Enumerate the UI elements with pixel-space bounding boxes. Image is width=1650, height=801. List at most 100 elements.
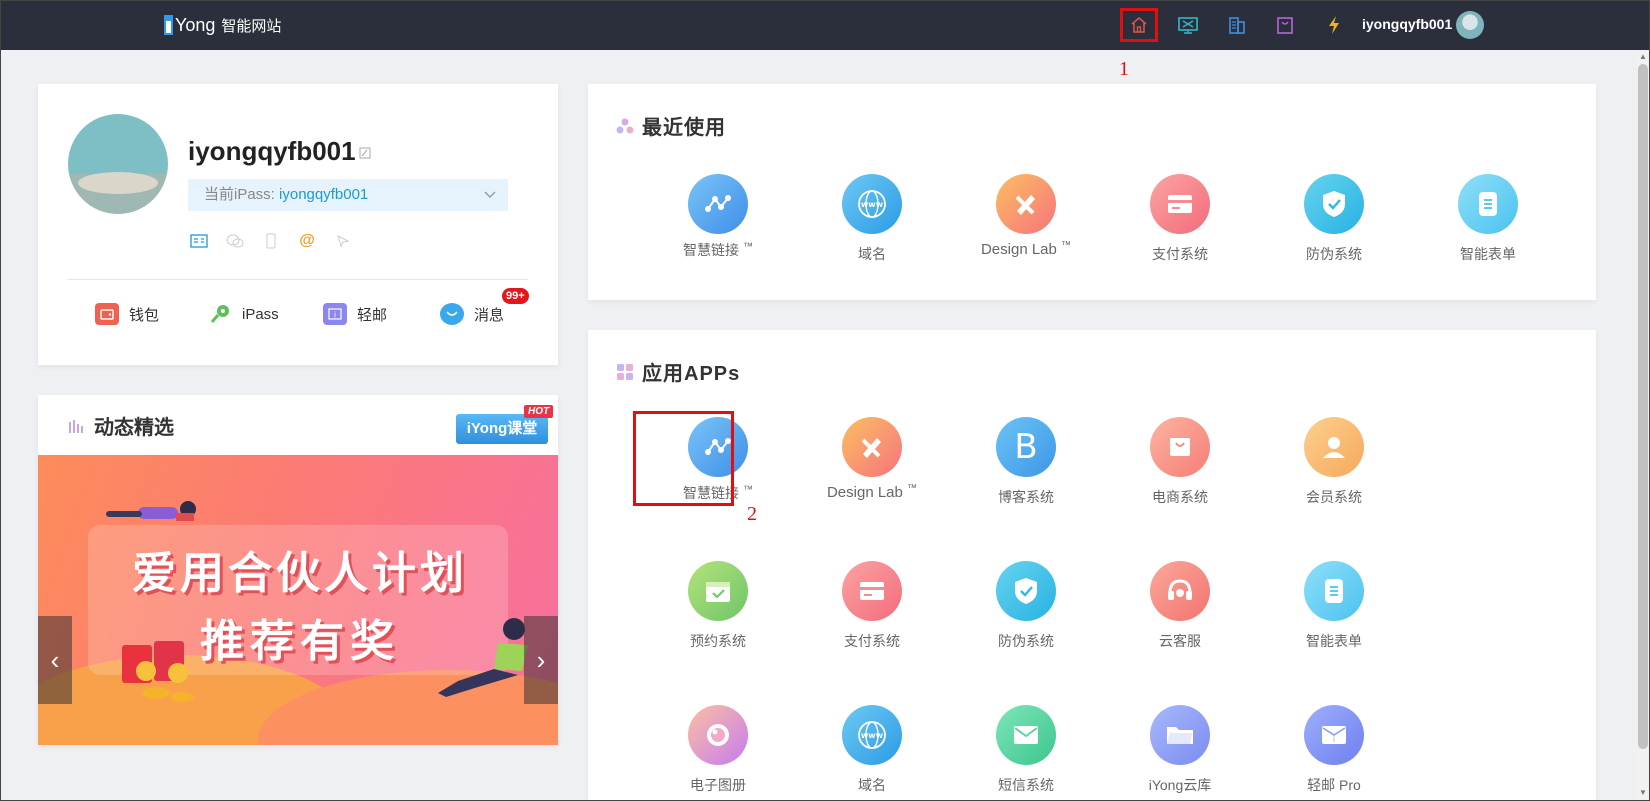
chevron-down-icon — [484, 179, 496, 211]
building-icon — [1229, 17, 1245, 34]
scroll-up-arrow[interactable]: ▲ — [1636, 50, 1650, 64]
app-mail-pro[interactable]: i 轻邮 Pro — [1264, 705, 1404, 801]
profile-card: iyongqyfb001 当前iPass: iyongqyfb001 @ 钱包 … — [38, 84, 558, 365]
message-bubble-icon — [440, 303, 464, 325]
account-binding-icons: @ — [188, 232, 354, 250]
blog-b-icon: B — [996, 417, 1056, 477]
news-card: 动态精选 iYong课堂 HOT 爱用合伙人计划 推荐有奖 ‹ › — [38, 395, 558, 745]
app-label: 云客服 — [1159, 633, 1201, 649]
app-label: 智慧链接 ™ — [683, 241, 753, 258]
phone-icon[interactable] — [260, 232, 282, 250]
profile-divider — [68, 279, 528, 280]
app-anti-fake[interactable]: 防伪系统 — [956, 561, 1096, 661]
design-tools-icon — [996, 174, 1056, 234]
iyong-course-button[interactable]: iYong课堂 — [456, 414, 548, 444]
news-title-text: 动态精选 — [94, 417, 174, 439]
banner-headline: 爱用合伙人计划 — [132, 549, 468, 598]
promo-banner[interactable]: 爱用合伙人计划 推荐有奖 ‹ › — [38, 455, 558, 745]
recent-title: 最近使用 — [616, 111, 726, 140]
logo-brand: Yong — [175, 14, 216, 35]
ipass-link[interactable]: iPass — [208, 303, 279, 325]
carousel-next-button[interactable]: › — [524, 616, 558, 704]
nav-flash-button[interactable] — [1315, 8, 1353, 42]
recent-app-smart-link[interactable]: 智慧链接 ™ — [648, 174, 788, 274]
app-label: 支付系统 — [1152, 246, 1208, 262]
app-domain[interactable]: www 域名 — [802, 705, 942, 801]
email-at-icon[interactable]: @ — [296, 232, 318, 250]
app-booking[interactable]: 预约系统 — [648, 561, 788, 661]
recent-app-payment[interactable]: 支付系统 — [1110, 174, 1250, 274]
top-navigation-bar: Yong 智能网站 iyongqyfb001 — [0, 0, 1650, 50]
app-blog[interactable]: B 博客系统 — [956, 417, 1096, 517]
recent-app-anti-fake[interactable]: 防伪系统 — [1264, 174, 1404, 274]
headset-icon — [1150, 561, 1210, 621]
nav-shop-button[interactable] — [1266, 8, 1304, 42]
edit-icon[interactable] — [359, 146, 371, 164]
nav-home-button[interactable] — [1120, 8, 1158, 42]
annotation-1: 1 — [1119, 58, 1129, 80]
mail-icon: i — [323, 303, 347, 325]
applications-card: 应用APPs 智慧链接 ™ Design Lab ™ B 博客系统 电商系统 会… — [588, 330, 1596, 801]
grid-squares-icon — [617, 363, 633, 380]
nav-enterprise-button[interactable] — [1218, 8, 1256, 42]
recent-app-domain[interactable]: www 域名 — [802, 174, 942, 274]
svg-text:www: www — [861, 200, 884, 209]
messages-count-badge: 99+ — [502, 288, 529, 304]
app-label: 博客系统 — [998, 489, 1054, 505]
wallet-icon — [95, 303, 119, 325]
reading-person-illustration — [106, 501, 196, 521]
app-sms[interactable]: 短信系统 — [956, 705, 1096, 801]
messages-link[interactable]: 消息 99+ — [440, 288, 529, 325]
app-label: 域名 — [858, 777, 886, 793]
recent-apps-card: 最近使用 智慧链接 ™ www 域名 Design Lab ™ 支付系统 防伪系… — [588, 84, 1596, 300]
app-payment[interactable]: 支付系统 — [802, 561, 942, 661]
scrollbar-thumb[interactable] — [1638, 64, 1648, 749]
app-label: iYong云库 — [1148, 777, 1212, 793]
app-cloud-storage[interactable]: iYong云库 — [1110, 705, 1250, 801]
form-document-icon — [1304, 561, 1364, 621]
globe-www-icon: www — [842, 705, 902, 765]
bar-chart-icon — [69, 419, 83, 433]
apps-title-text: 应用APPs — [642, 363, 741, 385]
svg-text:i: i — [1333, 735, 1335, 744]
app-ecommerce[interactable]: 电商系统 — [1110, 417, 1250, 517]
id-card-icon[interactable] — [188, 232, 210, 250]
nav-website-button[interactable] — [1169, 8, 1207, 42]
nav-username[interactable]: iyongqyfb001 — [1362, 16, 1452, 32]
nav-avatar[interactable] — [1456, 11, 1484, 39]
app-smart-form[interactable]: 智能表单 — [1264, 561, 1404, 661]
app-design-lab[interactable]: Design Lab ™ — [802, 417, 942, 517]
scroll-down-arrow[interactable]: ▼ — [1636, 786, 1650, 800]
mail-link[interactable]: i 轻邮 — [323, 303, 387, 325]
recent-title-text: 最近使用 — [642, 117, 726, 139]
logo-subtitle: 智能网站 — [221, 17, 282, 35]
recent-app-smart-form[interactable]: 智能表单 — [1418, 174, 1558, 274]
ipass-dropdown[interactable]: 当前iPass: iyongqyfb001 — [188, 179, 508, 211]
carousel-prev-button[interactable]: ‹ — [38, 616, 72, 704]
security-key-icon[interactable] — [332, 232, 354, 250]
design-tools-icon — [842, 417, 902, 477]
app-label: Design Lab ™ — [826, 483, 918, 501]
folder-icon — [1150, 705, 1210, 765]
profile-avatar[interactable] — [68, 114, 168, 214]
hot-tag: HOT — [524, 405, 554, 418]
apps-title: 应用APPs — [616, 357, 740, 386]
wechat-icon[interactable] — [224, 232, 246, 250]
wallet-label: 钱包 — [129, 306, 160, 324]
shield-check-icon — [1304, 174, 1364, 234]
shopping-bag-icon — [1277, 17, 1293, 34]
site-logo[interactable]: Yong 智能网站 — [164, 13, 281, 37]
app-label: 支付系统 — [844, 633, 900, 649]
app-e-album[interactable]: 电子图册 — [648, 705, 788, 801]
dots-icon — [616, 118, 634, 133]
app-member[interactable]: 会员系统 — [1264, 417, 1404, 517]
app-label: Design Lab ™ — [980, 240, 1072, 258]
recent-app-design-lab[interactable]: Design Lab ™ — [956, 174, 1096, 274]
svg-text:i: i — [334, 311, 336, 320]
monitor-icon — [1178, 17, 1198, 34]
app-customer-service[interactable]: 云客服 — [1110, 561, 1250, 661]
payment-card-icon — [1150, 174, 1210, 234]
app-label: 预约系统 — [690, 633, 746, 649]
wallet-link[interactable]: 钱包 — [95, 303, 159, 325]
news-title: 动态精选 — [68, 411, 174, 440]
